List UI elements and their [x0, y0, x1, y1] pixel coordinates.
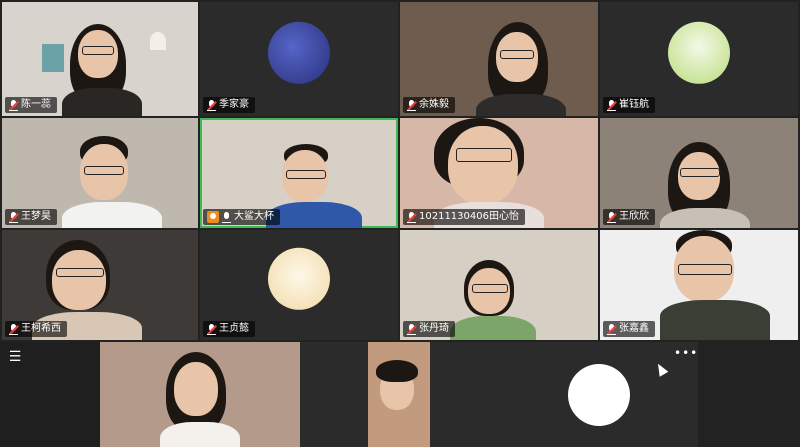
participant-name: 王柯希西: [21, 323, 61, 334]
video-grid: 陈一蕊 季家豪 余姝毅 崔钰航 王梦昊 大鲨大杯 10211130406田心怡 …: [0, 0, 800, 447]
host-badge-icon: [207, 211, 219, 223]
participant-list-icon[interactable]: ☰: [4, 346, 26, 368]
participant-video: [160, 352, 250, 447]
mic-muted-icon: [9, 211, 19, 223]
participant-label: 余姝毅: [403, 97, 455, 113]
more-options-button[interactable]: •••: [674, 346, 698, 360]
participant-label: 张丹琦: [403, 321, 455, 337]
participant-video: [62, 132, 162, 228]
participant-name: 10211130406田心怡: [419, 211, 519, 222]
mic-muted-icon: [607, 323, 617, 335]
video-tile[interactable]: 王欣欣: [600, 118, 798, 228]
mic-muted-icon: [9, 323, 19, 335]
mic-muted-icon: [607, 211, 617, 223]
lamp: [150, 32, 166, 50]
participant-name: 陈一蕊: [21, 99, 51, 110]
participant-name: 张嘉鑫: [619, 323, 649, 334]
participant-video: [62, 18, 152, 116]
avatar: [568, 363, 630, 426]
participant-video: [450, 258, 548, 340]
participant-video: [476, 20, 570, 116]
avatar: [268, 247, 330, 310]
video-tile-active-speaker[interactable]: 大鲨大杯: [200, 118, 398, 228]
video-tile[interactable]: 季家豪: [200, 2, 398, 116]
participant-video: [660, 138, 760, 228]
mic-muted-icon: [607, 99, 617, 111]
participant-name: 崔钰航: [619, 99, 649, 110]
participant-label: 大鲨大杯: [203, 209, 280, 225]
participant-name: 王梦昊: [21, 211, 51, 222]
mic-muted-icon: [407, 99, 417, 111]
video-tile[interactable]: 张丹琦: [400, 230, 598, 340]
participant-name: 季家豪: [219, 99, 249, 110]
participant-label: 陈一蕊: [5, 97, 57, 113]
video-tile-partial[interactable]: [500, 342, 698, 447]
participant-label: 张嘉鑫: [603, 321, 655, 337]
mic-muted-icon: [9, 99, 19, 111]
video-tile-partial[interactable]: [300, 342, 500, 447]
participant-label: 崔钰航: [603, 97, 655, 113]
wall-painting: [42, 44, 64, 72]
video-tile[interactable]: 王柯希西: [2, 230, 198, 340]
video-tile[interactable]: 余姝毅: [400, 2, 598, 116]
participant-label: 季家豪: [203, 97, 255, 113]
mic-muted-icon: [407, 211, 417, 223]
video-tile[interactable]: 王梦昊: [2, 118, 198, 228]
participant-label: 王柯希西: [5, 321, 67, 337]
mic-muted-icon: [407, 323, 417, 335]
participant-name: 大鲨大杯: [234, 211, 274, 222]
mic-muted-icon: [207, 99, 217, 111]
participant-label: 王欣欣: [603, 209, 655, 225]
video-tile[interactable]: 10211130406田心怡: [400, 118, 598, 228]
video-tile-partial[interactable]: [100, 342, 300, 447]
participant-video: [368, 342, 430, 447]
video-tile[interactable]: 崔钰航: [600, 2, 798, 116]
participant-name: 王欣欣: [619, 211, 649, 222]
mic-on-icon: [222, 211, 231, 223]
participant-name: 王贞懿: [219, 323, 249, 334]
participant-label: 10211130406田心怡: [403, 209, 525, 225]
avatar: [668, 21, 730, 84]
mic-muted-icon: [207, 323, 217, 335]
participant-label: 王贞懿: [203, 321, 255, 337]
avatar: [268, 21, 330, 84]
participant-name: 余姝毅: [419, 99, 449, 110]
participant-label: 王梦昊: [5, 209, 57, 225]
participant-video: [266, 142, 370, 228]
participant-name: 张丹琦: [419, 323, 449, 334]
video-tile[interactable]: 张嘉鑫: [600, 230, 798, 340]
video-tile[interactable]: 王贞懿: [200, 230, 398, 340]
participant-video: [660, 230, 780, 340]
video-tile[interactable]: 陈一蕊: [2, 2, 198, 116]
